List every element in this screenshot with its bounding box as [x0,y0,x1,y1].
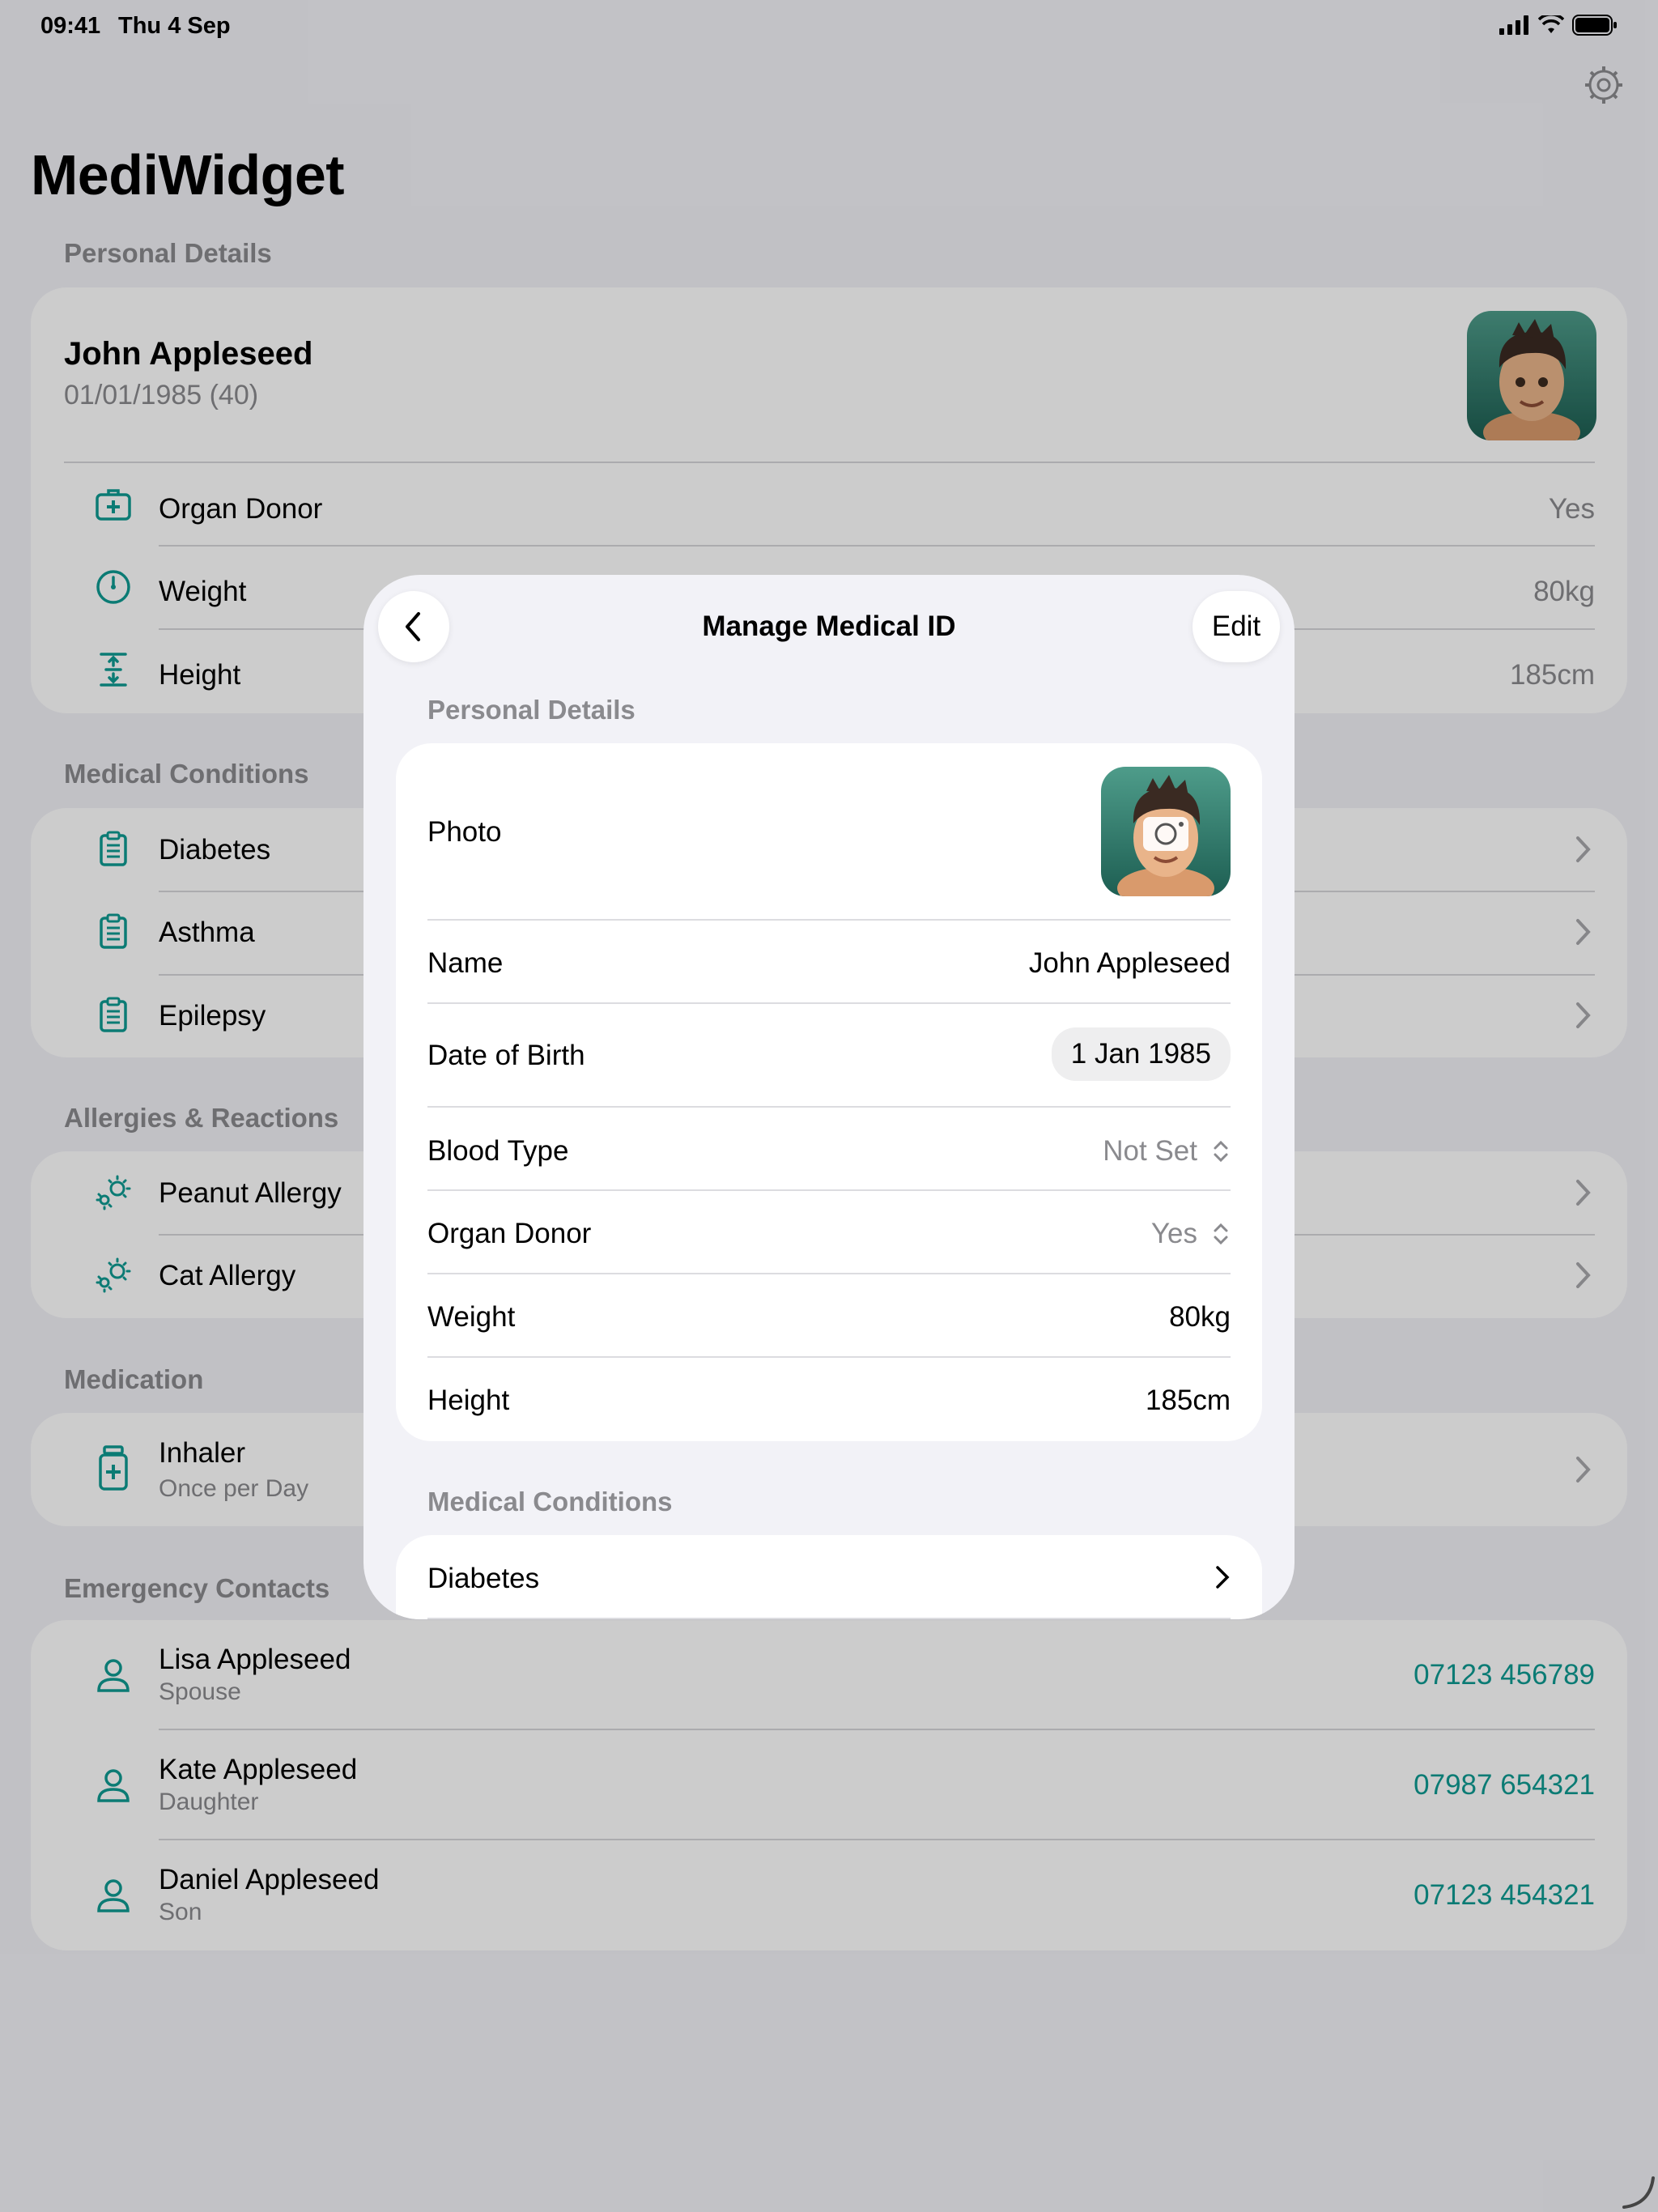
modal-personal-header: Personal Details [427,695,636,725]
name-row[interactable]: Name John Appleseed [396,921,1262,1003]
photo-label: Photo [427,816,502,848]
sheet-title: Manage Medical ID [702,610,956,642]
organ-donor-value[interactable]: Yes [1151,1218,1197,1250]
weight-row[interactable]: Weight 80kg [396,1274,1262,1357]
weight-value[interactable]: 80kg [1169,1301,1231,1334]
dob-row[interactable]: Date of Birth 1 Jan 1985 [396,1004,1262,1106]
organ-donor-row[interactable]: Organ Donor Yes [396,1191,1262,1274]
memoji-icon [1117,775,1214,896]
modal-conditions-card: Diabetes [396,1535,1262,1619]
blood-type-row[interactable]: Blood Type Not Set [396,1108,1262,1190]
organ-donor-label: Organ Donor [427,1218,592,1249]
height-label: Height [427,1385,510,1416]
name-value[interactable]: John Appleseed [1029,947,1231,980]
condition-label: Diabetes [427,1563,540,1594]
condition-row[interactable]: Diabetes [396,1535,1262,1618]
blood-type-value[interactable]: Not Set [1103,1135,1197,1168]
height-row[interactable]: Height 185cm [396,1358,1262,1440]
chevron-updown-icon [1214,1140,1228,1163]
divider [427,1618,1231,1619]
dob-label: Date of Birth [427,1040,585,1071]
dob-picker[interactable]: 1 Jan 1985 [1051,1027,1231,1081]
blood-type-label: Blood Type [427,1135,569,1167]
manage-medical-id-sheet: Manage Medical ID Edit Personal Details … [363,575,1295,1619]
modal-personal-card-lower: Blood Type Not Set Organ Donor Yes Weigh… [396,1106,1262,1441]
modal-conditions-header: Medical Conditions [427,1487,673,1516]
weight-label: Weight [427,1301,516,1333]
photo-picker[interactable] [1101,767,1231,896]
chevron-updown-icon [1214,1223,1228,1245]
chevron-right-icon [1216,1566,1230,1589]
name-label: Name [427,947,504,979]
photo-row[interactable]: Photo [396,743,1262,919]
edit-button[interactable]: Edit [1192,591,1280,662]
height-value[interactable]: 185cm [1146,1385,1231,1417]
